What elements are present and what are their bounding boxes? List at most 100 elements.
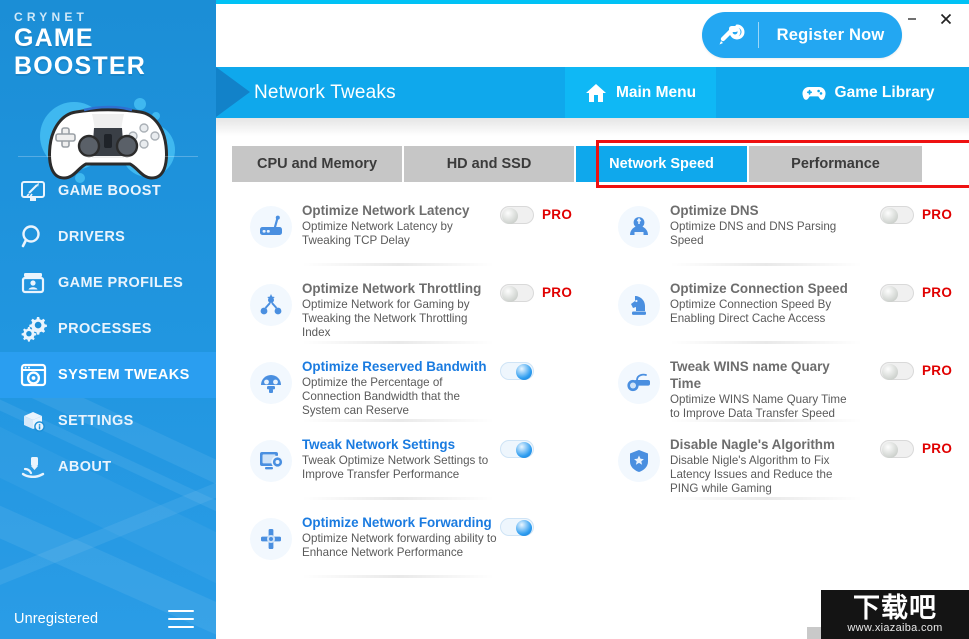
app-window: CRYNET GAME BOOSTER GAME BOOST DRIVERS G… <box>0 0 969 639</box>
tweak-description: Optimize the Percentage of Connection Ba… <box>302 376 460 418</box>
tweak-title: Disable Nagle's Algorithm <box>670 437 835 452</box>
tweak-row: Optimize Network Forwarding Optimize Net… <box>250 504 540 582</box>
sidebar-item-processes[interactable]: PROCESSES <box>0 306 216 352</box>
tweak-toggle[interactable] <box>500 440 534 458</box>
tweak-text: Optimize Network Throttling Optimize Net… <box>302 280 498 341</box>
pro-badge: PRO <box>922 363 953 378</box>
home-icon <box>585 83 606 102</box>
tweak-text: Optimize Network Forwarding Optimize Net… <box>302 514 498 560</box>
tweak-description: Optimize DNS and DNS Parsing Speed <box>670 220 837 248</box>
app-logo: CRYNET GAME BOOSTER <box>0 0 216 80</box>
pro-badge: PRO <box>542 285 573 300</box>
watermark-logo-text: 下载吧 <box>853 592 937 623</box>
sidebar-item-game-boost[interactable]: GAME BOOST <box>0 168 216 214</box>
shield-icon <box>618 440 660 482</box>
register-now-label: Register Now <box>776 25 885 44</box>
brand-game-booster: GAME BOOSTER <box>14 24 147 80</box>
sidebar-footer: Unregistered <box>0 599 216 639</box>
tweak-description: Disable Nigle's Algorithm to Fix Latency… <box>670 454 833 496</box>
sidebar-item-settings[interactable]: SETTINGS <box>0 398 216 444</box>
breadcrumb-arrow-icon <box>216 67 250 117</box>
tweak-row: Tweak WINS name Quary Time Optimize WINS… <box>618 348 952 426</box>
sidebar-item-label: SETTINGS <box>58 413 134 429</box>
tweak-description: Tweak Optimize Network Settings to Impro… <box>302 454 489 482</box>
row-separator <box>302 263 494 266</box>
sidebar-nav: GAME BOOST DRIVERS GAME PROFILES PROCESS… <box>0 168 216 490</box>
tweak-text: Tweak Network Settings Tweak Optimize Ne… <box>302 436 498 482</box>
tweak-description: Optimize Network Latency by Tweaking TCP… <box>302 220 453 248</box>
tweak-text: Optimize Connection Speed Optimize Conne… <box>670 280 856 326</box>
row-separator <box>302 419 494 422</box>
main-menu-button[interactable]: Main Menu <box>565 67 716 118</box>
tweak-row: Optimize Reserved Bandwith Optimize the … <box>250 348 540 426</box>
chess-knight-icon <box>618 284 660 326</box>
brand-crynet: CRYNET <box>14 10 89 24</box>
tab-hd-and-ssd[interactable]: HD and SSD <box>404 146 576 182</box>
pro-badge: PRO <box>922 441 953 456</box>
tweak-title: Optimize Connection Speed <box>670 281 848 296</box>
tweak-title: Tweak Network Settings <box>302 437 456 452</box>
key-tool-icon <box>702 22 758 48</box>
tweak-toggle[interactable] <box>880 362 914 380</box>
sidebar-item-label: SYSTEM TWEAKS <box>58 367 190 383</box>
tweak-title: Optimize DNS <box>670 203 759 218</box>
tab-bar: CPU and Memory HD and SSD Network Speed … <box>216 136 969 192</box>
row-separator <box>670 497 862 500</box>
cannon-icon <box>618 362 660 404</box>
box-info-icon <box>16 406 50 436</box>
close-button[interactable] <box>931 6 961 32</box>
sidebar-item-label: ABOUT <box>58 459 112 475</box>
tweak-row: Optimize DNS Optimize DNS and DNS Parsin… <box>618 192 952 270</box>
tweak-toggle[interactable] <box>880 284 914 302</box>
pro-badge: PRO <box>922 285 953 300</box>
sidebar-item-drivers[interactable]: DRIVERS <box>0 214 216 260</box>
tweak-text: Optimize Reserved Bandwith Optimize the … <box>302 358 498 419</box>
hand-award-icon <box>16 452 50 482</box>
window-controls <box>897 6 961 32</box>
router-icon <box>250 206 292 248</box>
tab-cpu-and-memory[interactable]: CPU and Memory <box>232 146 404 182</box>
menu-hamburger-icon[interactable] <box>168 610 194 628</box>
watermark-url: www.xiazaiba.com <box>847 621 943 634</box>
title-bar: Register Now <box>216 4 969 67</box>
sidebar-divider <box>18 156 198 157</box>
tweak-toggle[interactable] <box>500 362 534 380</box>
game-library-button[interactable]: Game Library <box>767 67 969 118</box>
tweak-description: Optimize Connection Speed By Enabling Di… <box>670 298 832 326</box>
gamepad-library-icon <box>802 86 826 100</box>
minimize-icon <box>908 18 916 20</box>
tweak-row: Optimize Network Latency Optimize Networ… <box>250 192 572 270</box>
network-nodes-icon <box>250 284 292 326</box>
tweak-row: Optimize Network Throttling Optimize Net… <box>250 270 572 348</box>
tweaks-column-left: Optimize Network Latency Optimize Networ… <box>250 192 572 582</box>
tweak-text: Tweak WINS name Quary Time Optimize WINS… <box>670 358 856 421</box>
register-now-button[interactable]: Register Now <box>702 12 902 58</box>
tweak-text: Optimize DNS Optimize DNS and DNS Parsin… <box>670 202 856 248</box>
sidebar-item-system-tweaks[interactable]: SYSTEM TWEAKS <box>0 352 216 398</box>
tweak-text: Disable Nagle's Algorithm Disable Nigle'… <box>670 436 856 497</box>
tweak-row: Tweak Network Settings Tweak Optimize Ne… <box>250 426 540 504</box>
tweak-toggle[interactable] <box>880 206 914 224</box>
sidebar-item-label: GAME PROFILES <box>58 275 184 291</box>
tweak-toggle[interactable] <box>880 440 914 458</box>
row-separator <box>302 497 494 500</box>
tweaks-panel: Optimize Network Latency Optimize Networ… <box>216 192 969 639</box>
sidebar-item-game-profiles[interactable]: GAME PROFILES <box>0 260 216 306</box>
tab-list: CPU and Memory HD and SSD Network Speed … <box>232 146 922 182</box>
tweak-toggle[interactable] <box>500 518 534 536</box>
tab-performance[interactable]: Performance <box>749 146 922 182</box>
pro-badge: PRO <box>922 207 953 222</box>
tweaks-column-right: Optimize DNS Optimize DNS and DNS Parsin… <box>618 192 952 504</box>
sidebar-item-about[interactable]: ABOUT <box>0 444 216 490</box>
nav-shadow <box>216 118 969 136</box>
tweak-toggle[interactable] <box>500 206 534 224</box>
tweak-title: Optimize Reserved Bandwith <box>302 359 487 374</box>
pro-badge: PRO <box>542 207 573 222</box>
row-separator <box>670 419 862 422</box>
tab-network-speed[interactable]: Network Speed <box>576 146 749 182</box>
sidebar-item-label: PROCESSES <box>58 321 152 337</box>
sidebar: CRYNET GAME BOOSTER GAME BOOST DRIVERS G… <box>0 0 216 639</box>
tweak-toggle[interactable] <box>500 284 534 302</box>
row-separator <box>302 341 494 344</box>
system-gear-icon <box>16 360 50 390</box>
